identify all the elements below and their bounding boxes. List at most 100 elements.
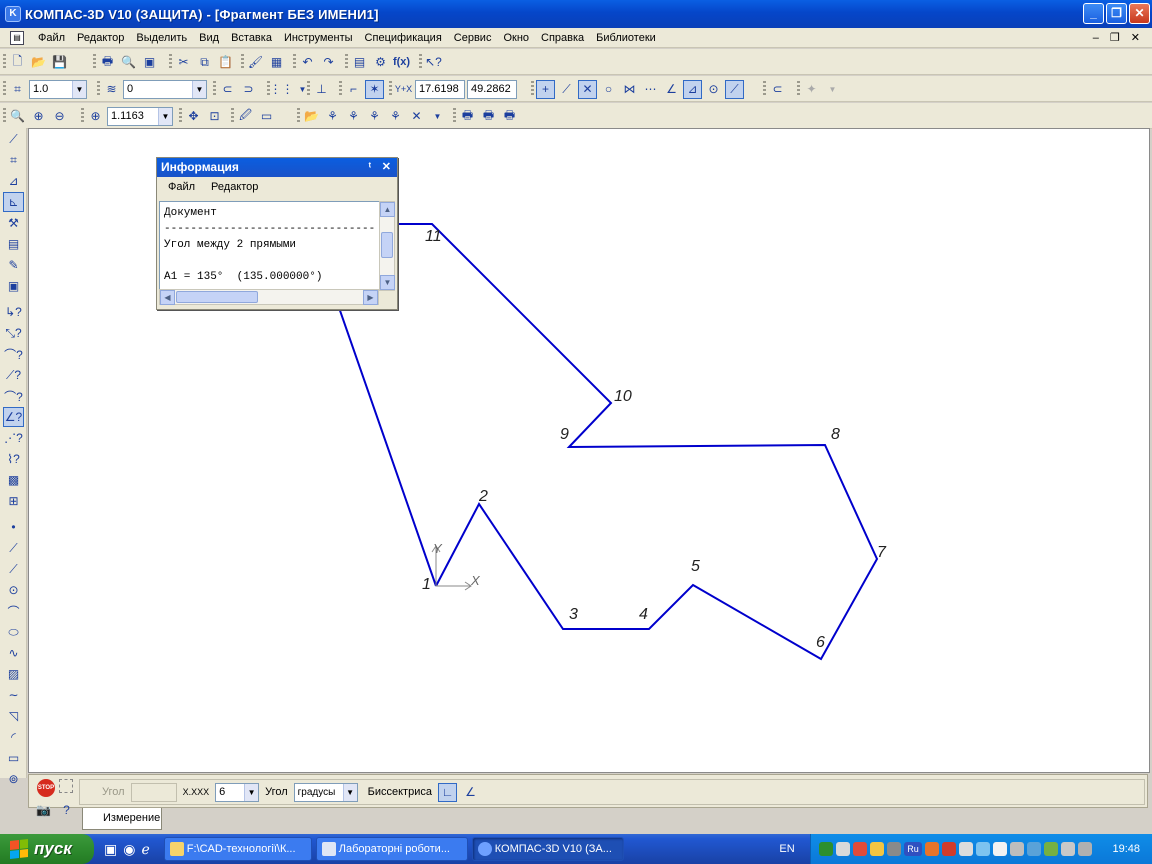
chamfer-icon[interactable]: ◹: [3, 706, 24, 726]
bisector-obtuse-icon[interactable]: ∠: [461, 783, 480, 802]
stop-icon[interactable]: STOP: [37, 779, 55, 797]
unit-select[interactable]: градусы ▼: [293, 782, 358, 802]
arc-icon[interactable]: ⌒: [3, 601, 24, 621]
step-select[interactable]: 1.0 ▼: [29, 79, 87, 99]
horizontal-scroll-thumb[interactable]: [176, 291, 258, 303]
vertical-scrollbar[interactable]: ▲ ▼: [379, 201, 395, 291]
close-button[interactable]: ✕: [1129, 3, 1150, 24]
layer-select[interactable]: 0 ▼: [123, 79, 207, 99]
menu-select[interactable]: Выделить: [130, 32, 193, 44]
screen-icon[interactable]: ▭: [257, 107, 276, 126]
polyline-contour[interactable]: [327, 223, 879, 661]
designations-panel-icon[interactable]: ⊿: [3, 171, 24, 191]
parametrize-icon[interactable]: ✶: [365, 79, 384, 99]
tools-dropdown-icon[interactable]: ▼: [428, 107, 447, 126]
tree-icon[interactable]: ⚘: [323, 107, 342, 126]
measurements-panel-icon[interactable]: ⊾: [3, 192, 24, 212]
snap-magnet-icon[interactable]: ⊂: [218, 80, 237, 99]
edit-panel-icon[interactable]: ⚒: [3, 213, 24, 233]
tray-icon[interactable]: [976, 842, 990, 856]
properties-icon[interactable]: ▦: [267, 53, 286, 72]
fillet-icon[interactable]: ◜: [3, 727, 24, 747]
print-icon[interactable]: 🖶: [98, 53, 117, 72]
help-icon[interactable]: ?: [57, 800, 76, 819]
zoom-in-icon[interactable]: ⊕: [29, 107, 48, 126]
menu-help[interactable]: Справка: [535, 32, 590, 44]
measure-coordinates-icon[interactable]: ↳?: [3, 302, 24, 322]
rectangle-icon[interactable]: ▭: [3, 748, 24, 768]
panel-menu-editor[interactable]: Редактор: [211, 181, 258, 193]
minimize-button[interactable]: _: [1083, 3, 1104, 24]
pin-icon[interactable]: ᵗ: [369, 158, 371, 177]
links-icon[interactable]: ⚘: [386, 107, 405, 126]
point-icon[interactable]: •: [3, 517, 24, 537]
menu-tools[interactable]: Инструменты: [278, 32, 359, 44]
zoom-scale-icon[interactable]: ⊕: [86, 107, 105, 126]
task-kompas[interactable]: КОМПАС-3D V10 (ЗА...: [471, 837, 624, 861]
local-cs-icon[interactable]: ⊥: [312, 80, 331, 99]
circle-icon[interactable]: ⊙: [3, 580, 24, 600]
scroll-down-icon[interactable]: ▼: [380, 275, 395, 290]
task-word[interactable]: Лабораторні роботи...: [315, 837, 468, 861]
measure-distance-icon[interactable]: ⤡?: [3, 323, 24, 343]
help-pointer-icon[interactable]: ↖?: [424, 53, 443, 72]
undo-icon[interactable]: ↶: [298, 53, 317, 72]
quick-launch-browser-icon[interactable]: ◉: [123, 841, 135, 858]
copy-icon[interactable]: ⧉: [195, 53, 214, 72]
print-layout3-icon[interactable]: 🖶: [500, 107, 519, 126]
menu-window[interactable]: Окно: [497, 32, 535, 44]
measure-angle-3points-icon[interactable]: ⋰?: [3, 428, 24, 448]
quick-launch-app-icon[interactable]: ▣: [104, 841, 117, 858]
measure-distance-curves-icon[interactable]: ⌒?: [3, 344, 24, 364]
tray-icon[interactable]: [1010, 842, 1024, 856]
tray-icon[interactable]: [870, 842, 884, 856]
zoom-out-icon[interactable]: ⊖: [50, 107, 69, 126]
snap-point-on-curve-icon[interactable]: ⟋: [725, 79, 744, 99]
tray-icon[interactable]: [925, 842, 939, 856]
snap-along-icon[interactable]: ⊿: [683, 79, 702, 99]
tray-icon[interactable]: [819, 842, 833, 856]
param-panel-icon[interactable]: ✎: [3, 255, 24, 275]
layers-icon[interactable]: ≋: [102, 80, 121, 99]
panel-close-icon[interactable]: ✕: [382, 158, 391, 177]
open-icon[interactable]: 📂: [29, 53, 48, 72]
print-layout2-icon[interactable]: 🖶: [479, 107, 498, 126]
dimensions-panel-icon[interactable]: ⌗: [3, 150, 24, 170]
horizontal-scrollbar[interactable]: ◀ ▶: [159, 289, 379, 305]
variables-icon[interactable]: ⚙: [371, 53, 390, 72]
manager-icon[interactable]: ▤: [350, 53, 369, 72]
refresh-icon[interactable]: 🖉: [236, 107, 255, 126]
auto-create-icon[interactable]: [59, 779, 73, 793]
tray-language-icon[interactable]: Ru: [904, 842, 922, 856]
measure-arc-icon[interactable]: ⌒?: [3, 386, 24, 406]
format-brush-icon[interactable]: 🖌: [246, 53, 265, 72]
segment-icon[interactable]: ⟋: [3, 559, 24, 579]
print-setup-icon[interactable]: ▣: [140, 53, 159, 72]
tray-icon[interactable]: [959, 842, 973, 856]
redo-icon[interactable]: ↷: [319, 53, 338, 72]
structure-icon[interactable]: ⚘: [365, 107, 384, 126]
mass-properties-icon[interactable]: ⊞: [3, 491, 24, 511]
zoom-select[interactable]: 1.1163 ▼: [107, 106, 173, 126]
language-indicator[interactable]: EN: [772, 834, 802, 864]
y-coordinate-field[interactable]: 49.2862: [467, 79, 517, 99]
equidistant-icon[interactable]: ⊚: [3, 769, 24, 789]
snap-nearest-point-icon[interactable]: +: [536, 79, 555, 99]
tray-icon[interactable]: [836, 842, 850, 856]
snap-grid-icon[interactable]: ⋯: [641, 80, 660, 99]
tray-icon[interactable]: [1044, 842, 1058, 856]
cut-icon[interactable]: ✂: [174, 53, 193, 72]
fx-icon[interactable]: f(x): [392, 53, 411, 72]
bezier-icon[interactable]: ∼: [3, 685, 24, 705]
snap-angle-icon[interactable]: ∠: [662, 80, 681, 99]
mdi-controls[interactable]: – ❐ ✕: [1093, 31, 1144, 44]
save-icon[interactable]: 💾: [50, 53, 69, 72]
zoom-window-icon[interactable]: 🔍: [8, 107, 27, 126]
menu-editor[interactable]: Редактор: [71, 32, 130, 44]
snap-center-icon[interactable]: ⊙: [704, 80, 723, 99]
snap-normal-icon[interactable]: ⋈: [620, 80, 639, 99]
menu-libraries[interactable]: Библиотеки: [590, 32, 662, 44]
snap-intersection-icon[interactable]: ✕: [578, 79, 597, 99]
snap-midpoint-icon[interactable]: ⟋: [557, 80, 576, 99]
measure-distance-point-icon[interactable]: ⟋?: [3, 365, 24, 385]
